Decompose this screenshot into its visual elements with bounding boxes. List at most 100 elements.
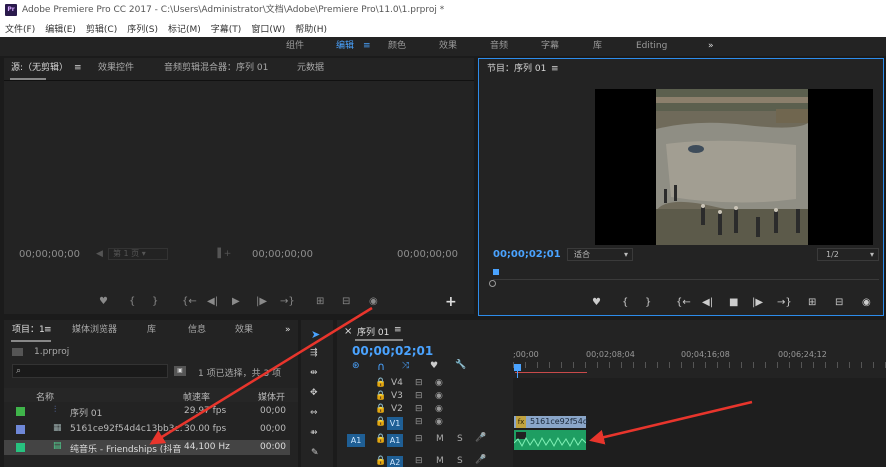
go-to-in-icon[interactable]: {← bbox=[182, 296, 197, 307]
eye-icon[interactable]: ◉ bbox=[435, 378, 443, 388]
razor-tool-icon[interactable]: ⇻ bbox=[310, 428, 318, 438]
label-color-swatch[interactable] bbox=[16, 425, 25, 434]
rate-stretch-tool-icon[interactable]: ⇔ bbox=[310, 408, 318, 418]
mute-button[interactable]: M bbox=[436, 434, 444, 444]
project-search-input[interactable]: ⌕ bbox=[12, 364, 168, 378]
tab-project[interactable]: 项目：1 bbox=[12, 320, 45, 340]
sync-lock-icon[interactable]: ⊟ bbox=[415, 404, 423, 414]
step-forward-icon[interactable]: |▶ bbox=[752, 297, 763, 308]
lift-icon[interactable]: ⊞ bbox=[808, 297, 816, 308]
nest-icon[interactable]: ⊛ bbox=[352, 361, 360, 371]
workspace-titles[interactable]: 字幕 bbox=[541, 37, 559, 56]
solo-button[interactable]: S bbox=[457, 434, 463, 444]
tab-effect-controls[interactable]: 效果控件 bbox=[98, 58, 134, 78]
workspace-effects[interactable]: 效果 bbox=[439, 37, 457, 56]
find-icon[interactable]: ▣ bbox=[174, 366, 186, 376]
video-clip[interactable]: fx 5161ce92f54d bbox=[514, 416, 588, 428]
menu-sequence[interactable]: 序列(S) bbox=[122, 22, 163, 35]
tab-libraries[interactable]: 库 bbox=[147, 320, 156, 340]
lock-icon[interactable]: 🔒 bbox=[375, 417, 386, 427]
label-color-swatch[interactable] bbox=[16, 407, 25, 416]
track-label[interactable]: V3 bbox=[391, 391, 403, 401]
menu-help[interactable]: 帮助(H) bbox=[290, 22, 332, 35]
track-label[interactable]: V4 bbox=[391, 378, 403, 388]
overwrite-icon[interactable]: ⊟ bbox=[342, 296, 350, 307]
audio-clip[interactable] bbox=[514, 430, 586, 450]
insert-icon[interactable]: ⊞ bbox=[316, 296, 324, 307]
column-name[interactable]: 名称 bbox=[36, 390, 54, 403]
sync-lock-icon[interactable]: ⊟ bbox=[415, 391, 423, 401]
ripple-edit-tool-icon[interactable]: ⇹ bbox=[310, 368, 318, 378]
settings-wrench-icon[interactable]: 🔧 bbox=[455, 360, 466, 370]
microphone-icon[interactable]: 🎤 bbox=[475, 433, 486, 443]
workspace-color[interactable]: 颜色 bbox=[388, 37, 406, 56]
program-title[interactable]: 节目：序列 01 bbox=[487, 59, 546, 79]
extract-icon[interactable]: ⊟ bbox=[835, 297, 843, 308]
lock-icon[interactable]: 🔒 bbox=[375, 391, 386, 401]
mark-in-icon[interactable]: { bbox=[622, 297, 628, 308]
tab-metadata[interactable]: 元数据 bbox=[297, 58, 324, 78]
mute-button[interactable]: M bbox=[436, 456, 444, 466]
solo-button[interactable]: S bbox=[457, 456, 463, 466]
go-to-out-icon[interactable]: →} bbox=[777, 297, 792, 308]
linked-selection-icon[interactable]: ⤨ bbox=[402, 361, 409, 371]
tab-media-browser[interactable]: 媒体浏览器 bbox=[72, 320, 117, 340]
zoom-handle[interactable] bbox=[489, 280, 496, 287]
add-marker-icon[interactable]: ♥ bbox=[99, 296, 108, 307]
tab-info[interactable]: 信息 bbox=[188, 320, 206, 340]
time-ruler[interactable]: ;00;00 00;02;08;04 00;04;16;08 00;06;24;… bbox=[513, 348, 886, 374]
sync-lock-icon[interactable]: ⊟ bbox=[415, 434, 423, 444]
eye-icon[interactable]: ◉ bbox=[435, 417, 443, 427]
project-more-icon[interactable]: » bbox=[285, 320, 291, 340]
track-select-tool-icon[interactable]: ⇶ bbox=[310, 348, 318, 358]
workspace-assembly[interactable]: 组件 bbox=[286, 37, 304, 56]
label-color-swatch[interactable] bbox=[16, 443, 25, 452]
program-playhead[interactable] bbox=[493, 269, 499, 275]
track-label[interactable]: A1 bbox=[387, 434, 403, 447]
resolution-select[interactable]: 1/2 ▾ bbox=[817, 248, 879, 261]
page-prev-icon[interactable]: ◀ bbox=[96, 249, 103, 259]
export-frame-icon[interactable]: ◉ bbox=[369, 296, 378, 307]
timeline-timecode[interactable]: 00;00;02;01 bbox=[352, 344, 433, 358]
project-item-sequence[interactable]: ⫶ 序列 01 29.97 fps 00;00 bbox=[4, 404, 290, 419]
track-label[interactable]: V1 bbox=[387, 417, 403, 430]
source-menu-icon[interactable]: ≡ bbox=[74, 58, 82, 78]
program-menu-icon[interactable]: ≡ bbox=[551, 59, 559, 79]
fit-select[interactable]: 适合 ▾ bbox=[567, 248, 633, 261]
track-label[interactable]: V2 bbox=[391, 404, 403, 414]
step-forward-icon[interactable]: |▶ bbox=[256, 296, 267, 307]
menu-edit[interactable]: 编辑(E) bbox=[40, 22, 81, 35]
eye-icon[interactable]: ◉ bbox=[435, 404, 443, 414]
column-frame-rate[interactable]: 帧速率 bbox=[183, 390, 210, 403]
workspace-libraries[interactable]: 库 bbox=[593, 37, 602, 56]
sync-lock-icon[interactable]: ⊟ bbox=[415, 456, 423, 466]
work-area-bar[interactable] bbox=[515, 372, 587, 373]
stop-icon[interactable]: ■ bbox=[729, 297, 738, 308]
step-back-icon[interactable]: ◀| bbox=[207, 296, 218, 307]
workspace-audio[interactable]: 音频 bbox=[490, 37, 508, 56]
eye-icon[interactable]: ◉ bbox=[435, 391, 443, 401]
go-to-out-icon[interactable]: →} bbox=[280, 296, 295, 307]
project-item-video[interactable]: ▦ 5161ce92f54d4c13bb3c1f 30.00 fps 00;00 bbox=[4, 422, 290, 437]
go-to-in-icon[interactable]: {← bbox=[676, 297, 691, 308]
program-mini-ruler[interactable] bbox=[493, 272, 879, 280]
sync-lock-icon[interactable]: ⊟ bbox=[415, 378, 423, 388]
project-item-audio[interactable]: ▤ 纯音乐 - Friendships (抖音 44,100 Hz 00:00 bbox=[4, 440, 290, 455]
menu-marker[interactable]: 标记(M) bbox=[163, 22, 206, 35]
track-label[interactable]: A2 bbox=[387, 456, 403, 467]
sync-lock-icon[interactable]: ⊟ bbox=[415, 417, 423, 427]
step-back-icon[interactable]: ◀| bbox=[702, 297, 713, 308]
source-marker-icon[interactable]: ▐ + bbox=[214, 249, 231, 259]
close-sequence-icon[interactable]: × bbox=[344, 326, 352, 337]
project-menu-icon[interactable]: ≡ bbox=[44, 320, 52, 340]
rolling-edit-tool-icon[interactable]: ✥ bbox=[310, 388, 318, 398]
selection-tool-icon[interactable]: ➤ bbox=[311, 328, 320, 341]
add-button-icon[interactable]: + bbox=[445, 294, 457, 310]
play-icon[interactable]: ▶ bbox=[232, 296, 240, 307]
microphone-icon[interactable]: 🎤 bbox=[475, 455, 486, 465]
lock-icon[interactable]: 🔒 bbox=[375, 434, 386, 444]
page-select[interactable]: 第 1 页 ▾ bbox=[108, 248, 168, 260]
menu-clip[interactable]: 剪辑(C) bbox=[81, 22, 122, 35]
mark-out-icon[interactable]: } bbox=[152, 296, 158, 307]
snap-icon[interactable]: ∩ bbox=[377, 360, 385, 373]
